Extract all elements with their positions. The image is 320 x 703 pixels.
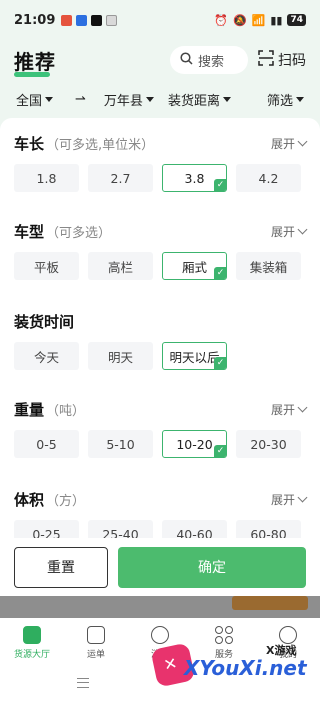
option-chip[interactable]: 40-60: [162, 520, 227, 538]
option-chip-selected[interactable]: 厢式 ✓: [162, 252, 227, 280]
status-bar: 21:09 ⏰ 🔕 📶 ▮▮ 74: [0, 0, 320, 40]
filter-bar: 全国 ⇀ 万年县 装货距离 筛选: [0, 84, 320, 114]
section-title: 重量: [14, 400, 45, 419]
check-icon: ✓: [214, 357, 226, 369]
expand-button[interactable]: 展开: [271, 223, 308, 240]
option-chip[interactable]: 0-5: [14, 430, 79, 458]
wifi-icon: 📶: [251, 13, 266, 27]
option-chip[interactable]: 0-25: [14, 520, 79, 538]
app-header: 推荐 搜索 扫码: [0, 40, 320, 80]
tab-label: 运单: [86, 650, 105, 660]
origin-label: 全国: [16, 93, 43, 109]
option-chip[interactable]: 5-10: [88, 430, 153, 458]
option-chip-selected[interactable]: 明天以后 ✓: [162, 342, 227, 370]
tab-cargo-hall[interactable]: 货源大厅: [0, 618, 64, 668]
check-icon: ✓: [214, 445, 226, 457]
battery-icon: 74: [287, 14, 306, 26]
dropdown-arrow-icon: [145, 96, 154, 102]
signal-icon: ▮▮: [270, 13, 283, 27]
section-vehicle-length: 车长 （可多选,单位米） 展开 1.8 2.7 3.8 ✓ 4.2: [0, 132, 320, 192]
option-chip[interactable]: 明天: [88, 342, 153, 370]
status-time: 21:09: [14, 12, 56, 28]
tab-waybill[interactable]: 运单: [64, 618, 128, 668]
dropdown-arrow-icon: [45, 96, 54, 102]
scan-label: 扫码: [278, 53, 306, 69]
alarm-icon: ⏰: [214, 13, 228, 27]
check-icon: ✓: [214, 179, 226, 191]
waybill-icon: [87, 626, 105, 644]
app-notification-icon: [91, 14, 103, 26]
option-chip[interactable]: 25-40: [88, 520, 153, 538]
section-subtitle: （吨）: [46, 403, 86, 419]
destination-label: 万年县: [103, 93, 143, 109]
app-notification-icon: [61, 14, 73, 26]
filter-dropdown[interactable]: 筛选: [267, 90, 304, 109]
section-subtitle: （可多选,单位米）: [46, 137, 155, 153]
chevron-down-icon: [297, 224, 308, 234]
section-title: 车型: [14, 222, 45, 241]
chevron-down-icon: [297, 136, 308, 146]
dropdown-arrow-icon: [222, 96, 231, 102]
watermark-logo: X游戏 XYouXi.net: [150, 642, 314, 692]
tab-label: 货源大厅: [13, 650, 50, 660]
panel-actions: 重置 确定: [0, 538, 320, 596]
option-chip[interactable]: 2.7: [88, 164, 153, 192]
expand-button[interactable]: 展开: [271, 135, 308, 152]
origin-dropdown[interactable]: 全国: [16, 90, 54, 109]
watermark-main-text: XYouXi.net: [184, 656, 307, 680]
option-chip[interactable]: 平板: [14, 252, 79, 280]
scan-icon: [258, 50, 274, 70]
search-icon: [180, 51, 193, 69]
confirm-button[interactable]: 确定: [118, 546, 306, 588]
filter-label: 筛选: [266, 93, 293, 109]
search-label: 搜索: [198, 54, 225, 70]
expand-button[interactable]: 展开: [271, 491, 308, 508]
status-icons: ⏰ 🔕 📶 ▮▮ 74: [214, 14, 306, 27]
option-chip[interactable]: 高栏: [88, 252, 153, 280]
mute-icon: 🔕: [232, 13, 247, 27]
section-vehicle-type: 车型 （可多选） 展开 平板 高栏 厢式 ✓ 集装箱: [0, 220, 320, 280]
check-icon: ✓: [214, 267, 226, 279]
route-arrow-icon: ⇀: [75, 91, 86, 107]
option-chip[interactable]: 20-30: [236, 430, 301, 458]
section-subtitle: （可多选）: [46, 225, 112, 241]
expand-button[interactable]: 展开: [271, 401, 308, 418]
section-loading-time: 装货时间 今天 明天 明天以后 ✓: [0, 310, 320, 370]
option-chip-selected[interactable]: 3.8 ✓: [162, 164, 227, 192]
background-overlay[interactable]: [0, 596, 320, 618]
chevron-down-icon: [297, 402, 308, 412]
destination-dropdown[interactable]: 万年县: [104, 90, 154, 109]
option-chip-selected[interactable]: 10-20 ✓: [162, 430, 227, 458]
sort-label: 装货距离: [167, 93, 220, 109]
option-chip[interactable]: 今天: [14, 342, 79, 370]
app-notification-icon: [106, 14, 118, 26]
option-chip[interactable]: 4.2: [236, 164, 301, 192]
filter-panel: 车长 （可多选,单位米） 展开 1.8 2.7 3.8 ✓ 4.2 车型 （可多选…: [0, 118, 320, 538]
section-title: 体积: [14, 490, 45, 509]
chevron-down-icon: [297, 492, 308, 502]
section-title: 装货时间: [14, 312, 75, 331]
background-card-button: [232, 596, 308, 610]
option-chip[interactable]: 60-80: [236, 520, 301, 538]
section-weight: 重量 （吨） 展开 0-5 5-10 10-20 ✓ 20-30: [0, 398, 320, 458]
dropdown-arrow-icon: [296, 96, 304, 102]
page-title: 推荐: [14, 46, 56, 77]
section-volume: 体积 （方） 展开 0-25 25-40 40-60 60-80: [0, 488, 320, 538]
menu-icon[interactable]: [77, 678, 89, 688]
option-chip[interactable]: 1.8: [14, 164, 79, 192]
section-subtitle: （方）: [46, 493, 86, 509]
option-chip[interactable]: 集装箱: [236, 252, 301, 280]
scan-button[interactable]: 扫码: [258, 50, 306, 70]
search-box[interactable]: 搜索: [170, 46, 248, 74]
section-title: 车长: [14, 134, 45, 153]
reset-button[interactable]: 重置: [14, 546, 108, 588]
sort-dropdown[interactable]: 装货距离: [168, 90, 231, 109]
app-notification-icon: [76, 14, 88, 26]
cargo-hall-icon: [23, 626, 41, 644]
